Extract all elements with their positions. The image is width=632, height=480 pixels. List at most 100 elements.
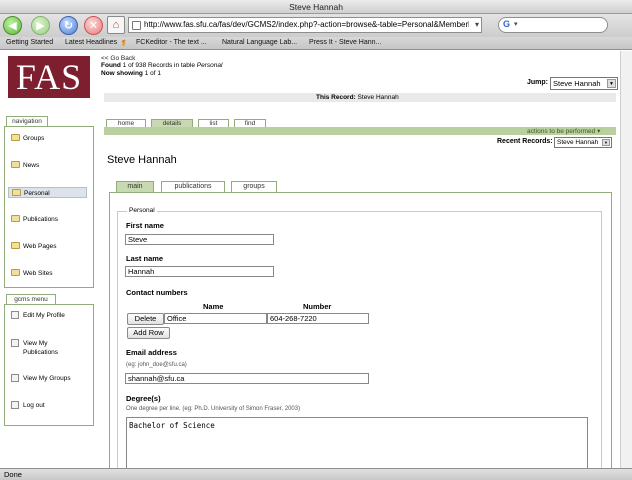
jump-select[interactable]: Steve Hannah ▼ <box>550 77 618 90</box>
found-records-text: Found 1 of 938 Records in table Personal <box>101 62 222 69</box>
nav-item-web-sites[interactable]: Web Sites <box>11 268 53 279</box>
bookmarks-bar: Getting Started Latest Headlines ❡ FCKed… <box>0 37 632 50</box>
last-name-input[interactable]: Hannah <box>125 266 274 277</box>
nav-item-web-pages[interactable]: Web Pages <box>11 241 56 252</box>
menu-log-out[interactable]: Log out <box>11 401 45 410</box>
go-back-link[interactable]: << Go Back <box>101 55 135 62</box>
vertical-scrollbar[interactable] <box>620 51 632 468</box>
home-button[interactable]: ⌂ <box>107 16 125 34</box>
nav-label: Groups <box>23 135 45 142</box>
search-bar[interactable]: G ▾ <box>498 17 608 33</box>
document-icon <box>11 374 19 382</box>
folder-icon <box>11 134 20 141</box>
nav-label: News <box>23 162 40 169</box>
email-hint: (eg: john_doe@sfu.ca) <box>126 362 187 368</box>
home-icon: ⌂ <box>112 19 120 31</box>
google-icon: G <box>503 19 511 29</box>
document-icon <box>11 311 19 319</box>
fieldset-legend: Personal <box>127 207 157 214</box>
url-text: http://www.fas.sfu.ca/fas/dev/GCMS2/inde… <box>144 20 469 29</box>
chevron-down-icon: ▼ <box>607 79 616 88</box>
first-name-input[interactable]: Steve <box>125 234 274 245</box>
arrow-left-icon: ◀ <box>8 20 17 32</box>
menu-label: Edit My Profile <box>23 312 65 319</box>
gcms-menu-tab: gcms menu <box>6 294 56 304</box>
tab-groups[interactable]: groups <box>231 181 277 192</box>
record-title: Steve Hannah <box>107 154 177 166</box>
chevron-down-icon[interactable]: ▾ <box>514 20 518 28</box>
this-record-value: Steve Hannah <box>357 94 399 101</box>
email-input[interactable]: shannah@sfu.ca <box>125 373 369 384</box>
status-text: Done <box>4 470 22 479</box>
document-icon <box>11 339 19 347</box>
found-table: Personal <box>196 62 223 69</box>
degrees-hint: One degree per line. (eg: Ph.D. Universi… <box>126 406 301 412</box>
email-label: Email address <box>126 348 177 357</box>
chevron-down-icon: ▼ <box>602 139 610 146</box>
degrees-label: Degree(s) <box>126 394 161 403</box>
nav-label: Web Sites <box>23 270 53 277</box>
tab-publications[interactable]: publications <box>161 181 225 192</box>
status-bar: Done <box>0 468 632 480</box>
browser-toolbar: ◀ ▶ ↻ ✕ ⌂ http://www.fas.sfu.ca/fas/dev/… <box>0 14 632 37</box>
bookmark-fckeditor[interactable]: FCKeditor - The text ... <box>136 39 207 46</box>
nav-item-news[interactable]: News <box>11 160 39 171</box>
stop-icon: ✕ <box>88 20 99 32</box>
nav-item-groups[interactable]: Groups <box>11 133 44 144</box>
contact-numbers-label: Contact numbers <box>126 288 188 297</box>
url-bar[interactable]: http://www.fas.sfu.ca/fas/dev/GCMS2/inde… <box>128 17 482 33</box>
bookmark-getting-started[interactable]: Getting Started <box>6 39 53 46</box>
forward-button[interactable]: ▶ <box>31 16 50 35</box>
recent-records-select[interactable]: Steve Hannah ▼ <box>554 137 612 148</box>
reload-button[interactable]: ↻ <box>59 16 78 35</box>
navigation-panel <box>4 126 94 288</box>
window-title: Steve Hannah <box>0 0 632 14</box>
this-record: This Record: Steve Hannah <box>316 94 399 101</box>
bookmark-press-it[interactable]: Press It - Steve Hann... <box>309 39 381 46</box>
menu-view-my-groups[interactable]: View My Groups <box>11 374 71 383</box>
last-name-label: Last name <box>126 254 164 263</box>
now-showing-text: Now showing 1 of 1 <box>101 70 161 77</box>
bookmark-natural-language-lab[interactable]: Natural Language Lab... <box>222 39 297 46</box>
nav-item-personal[interactable]: Personal <box>8 187 87 198</box>
menu-view-my-publications[interactable]: View My Publications <box>11 339 58 357</box>
showing-value: 1 of 1 <box>144 70 161 77</box>
actions-menu[interactable]: actions to be performed ▾ <box>527 127 600 135</box>
nav-item-publications[interactable]: Publications <box>11 214 58 225</box>
recent-records-label: Recent Records: <box>497 138 553 145</box>
jump-value: Steve Hannah <box>553 79 601 88</box>
url-history-dropdown[interactable]: ▾ <box>475 20 479 29</box>
contact-name-input[interactable]: Office <box>164 313 267 324</box>
folder-icon <box>11 242 20 249</box>
found-prefix: Found <box>101 62 121 69</box>
add-row-button[interactable]: Add Row <box>127 327 170 339</box>
recent-records-value: Steve Hannah <box>557 139 599 146</box>
folder-icon <box>11 269 20 276</box>
bookmark-latest-headlines[interactable]: Latest Headlines <box>65 39 117 46</box>
first-name-label: First name <box>126 221 164 230</box>
column-number-header: Number <box>303 302 332 311</box>
degrees-textarea[interactable]: Bachelor of Science <box>126 417 588 468</box>
page-icon <box>132 21 141 30</box>
document-icon <box>11 401 19 409</box>
navigation-tab: navigation <box>6 116 48 126</box>
rss-icon: ❡ <box>121 40 127 47</box>
menu-edit-my-profile[interactable]: Edit My Profile <box>11 311 65 320</box>
folder-icon <box>12 189 21 196</box>
this-record-label: This Record: <box>316 94 356 101</box>
delete-row-button[interactable]: Delete <box>127 313 164 325</box>
found-count: 1 <box>122 62 127 69</box>
stop-button[interactable]: ✕ <box>84 16 103 35</box>
tab-main[interactable]: main <box>116 181 154 192</box>
nav-label: Publications <box>23 216 59 223</box>
nav-label: Personal <box>24 190 50 197</box>
jump-label: Jump: <box>527 79 548 86</box>
folder-icon <box>11 215 20 222</box>
contact-number-input[interactable]: 604-268-7220 <box>267 313 369 324</box>
showing-prefix: Now showing <box>101 70 143 77</box>
column-name-header: Name <box>203 302 224 311</box>
found-mid: of 938 Records in table <box>128 62 195 69</box>
folder-icon <box>11 161 20 168</box>
fas-logo: FAS <box>8 56 90 98</box>
back-button[interactable]: ◀ <box>3 16 22 35</box>
